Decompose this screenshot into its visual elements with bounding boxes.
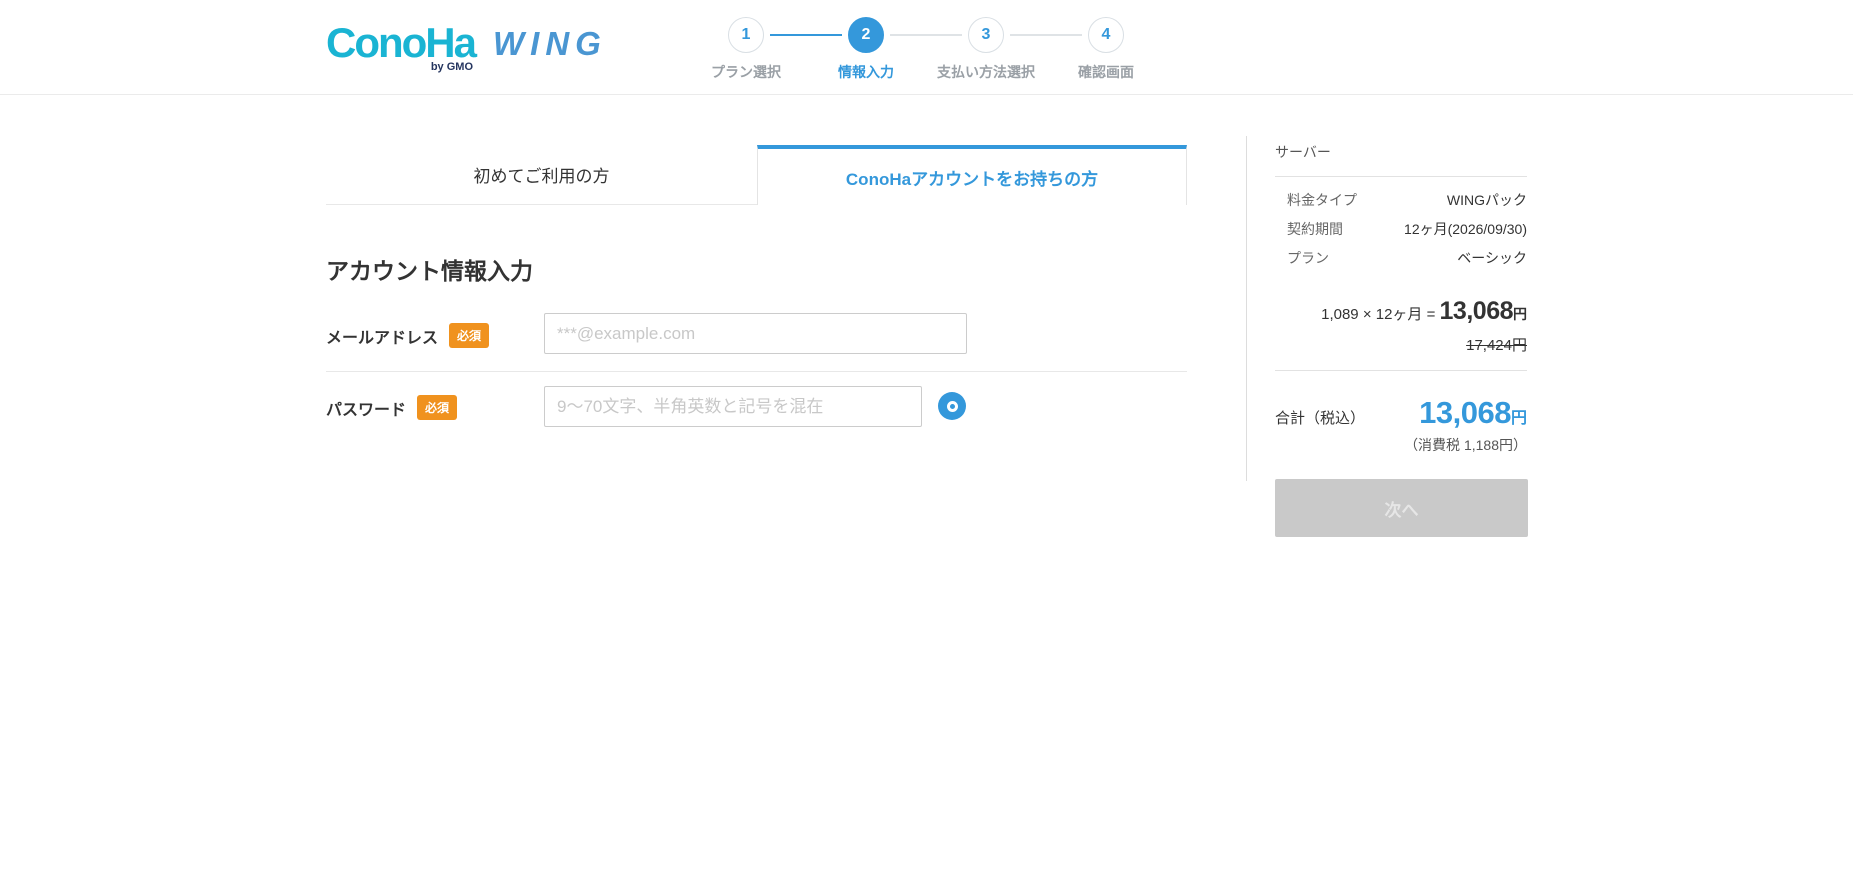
step-2-circle: 2 — [848, 17, 884, 53]
table-row: 契約期間 12ヶ月(2026/09/30) — [1275, 219, 1527, 239]
step-1-label: プラン選択 — [686, 62, 806, 82]
order-summary-sidebar: サーバー 料金タイプ WINGパック 契約期間 12ヶ月(2026/09/30)… — [1246, 136, 1527, 481]
total-row: 合計（税込） 13,068円 （消費税 1,188円） — [1275, 395, 1527, 455]
wing-logo-text: WING — [493, 27, 607, 60]
contract-period-label: 契約期間 — [1275, 219, 1343, 239]
plan-detail-rows: 料金タイプ WINGパック 契約期間 12ヶ月(2026/09/30) プラン … — [1275, 177, 1527, 281]
email-input[interactable] — [544, 313, 967, 354]
password-input[interactable] — [544, 386, 922, 427]
form-row-divider — [326, 371, 1187, 372]
table-row: プラン ベーシック — [1275, 248, 1527, 268]
account-type-tabs: 初めてご利用の方 ConoHaアカウントをお持ちの方 — [326, 145, 1187, 205]
stepper-connector-2-3 — [890, 34, 962, 36]
total-label: 合計（税込） — [1275, 407, 1365, 428]
price-calculation: 1,089 × 12ヶ月 = 13,068円 — [1275, 297, 1527, 326]
tab-first-time-user[interactable]: 初めてご利用の方 — [326, 145, 757, 204]
total-amount: 13,068 — [1419, 395, 1511, 430]
stepper-connector-1-2 — [770, 34, 842, 36]
eye-icon — [947, 401, 958, 412]
next-button[interactable]: 次へ — [1275, 479, 1528, 537]
email-required-badge: 必須 — [449, 323, 489, 348]
step-3-payment-select: 3 支払い方法選択 — [926, 17, 1046, 82]
email-label-row: メールアドレス 必須 — [326, 323, 489, 348]
conoha-logo-text: ConoHa — [326, 19, 475, 66]
password-label: パスワード — [326, 396, 406, 420]
password-required-badge: 必須 — [417, 395, 457, 420]
page-title: アカウント情報入力 — [326, 252, 533, 286]
price-calc-amount: 13,068 — [1440, 297, 1513, 325]
step-4-label: 確認画面 — [1046, 62, 1166, 82]
step-3-label: 支払い方法選択 — [926, 62, 1046, 82]
email-label: メールアドレス — [326, 324, 438, 348]
price-type-value: WINGパック — [1447, 190, 1527, 210]
price-calc-unit: 円 — [1513, 306, 1527, 322]
stepper-connector-3-4 — [1010, 34, 1082, 36]
password-label-row: パスワード 必須 — [326, 395, 457, 420]
step-2-info-input: 2 情報入力 — [806, 17, 926, 82]
step-3-circle: 3 — [968, 17, 1004, 53]
price-type-label: 料金タイプ — [1275, 190, 1357, 210]
step-1-circle: 1 — [728, 17, 764, 53]
conoha-logo: ConoHa by GMO — [326, 22, 475, 64]
contract-period-value: 12ヶ月(2026/09/30) — [1404, 219, 1527, 239]
price-calc-formula: 1,089 × 12ヶ月 = — [1321, 306, 1439, 323]
by-gmo-logo-text: by GMO — [431, 61, 473, 73]
step-4-circle: 4 — [1088, 17, 1124, 53]
total-unit: 円 — [1511, 410, 1527, 427]
step-2-label: 情報入力 — [806, 62, 926, 82]
password-visibility-toggle[interactable] — [938, 392, 966, 420]
conoha-wing-logo[interactable]: ConoHa by GMO WING — [326, 22, 607, 64]
header: ConoHa by GMO WING 1 プラン選択 2 情報入力 3 支払い方… — [0, 0, 1853, 95]
plan-value: ベーシック — [1457, 248, 1527, 268]
table-row: 料金タイプ WINGパック — [1275, 190, 1527, 210]
sidebar-title: サーバー — [1275, 136, 1527, 177]
plan-label: プラン — [1275, 248, 1329, 268]
original-price-strikethrough: 17,424円 — [1275, 334, 1527, 371]
step-4-confirm: 4 確認画面 — [1046, 17, 1166, 82]
tab-existing-conoha-account[interactable]: ConoHaアカウントをお持ちの方 — [757, 145, 1187, 205]
step-1-plan-select: 1 プラン選択 — [686, 17, 806, 82]
total-amount-block: 13,068円 （消費税 1,188円） — [1404, 395, 1527, 455]
tax-note: （消費税 1,188円） — [1404, 435, 1527, 455]
